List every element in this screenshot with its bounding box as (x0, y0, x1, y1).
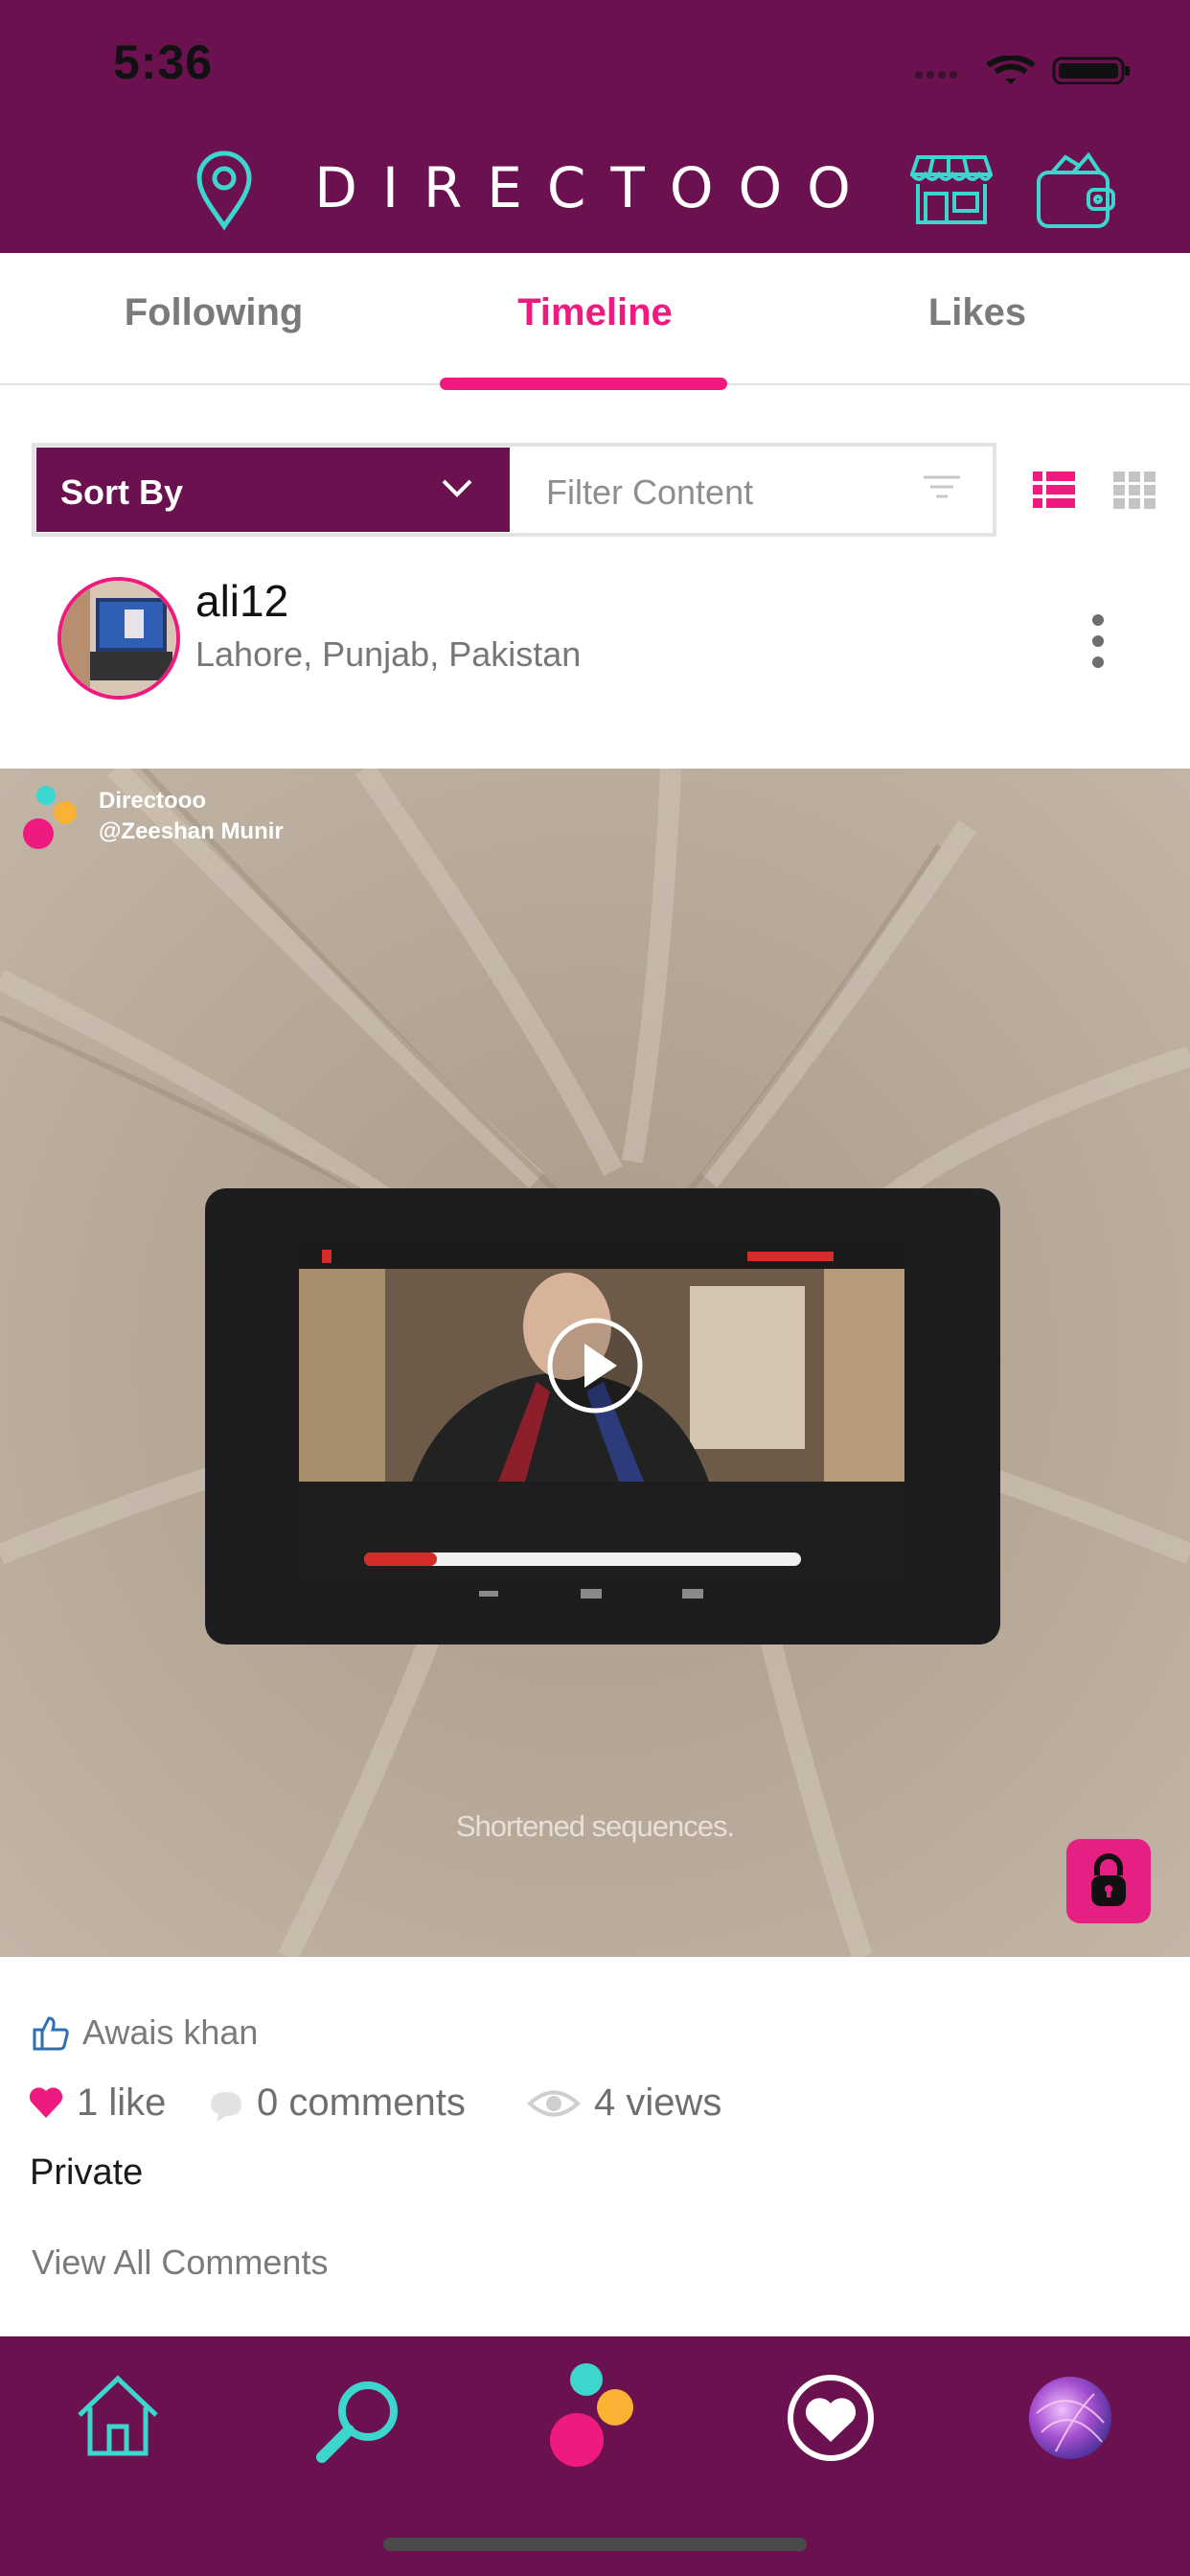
watermark-handle: @Zeeshan Munir (99, 818, 284, 844)
store-icon[interactable] (910, 153, 993, 226)
search-icon[interactable] (312, 2375, 404, 2467)
filter-icon (924, 475, 960, 498)
post-location: Lahore, Punjab, Pakistan (195, 634, 582, 674)
favorites-icon[interactable] (786, 2373, 876, 2463)
comment-icon[interactable] (207, 2089, 245, 2124)
app-title: DIRECTOOO (314, 155, 876, 220)
view-count: 4 views (594, 2082, 722, 2124)
user-avatar[interactable] (57, 577, 180, 700)
view-all-comments-link[interactable]: View All Comments (32, 2242, 328, 2283)
grid-view-icon[interactable] (1113, 470, 1156, 510)
tab-timeline[interactable]: Timeline (427, 291, 763, 334)
play-icon[interactable] (546, 1317, 644, 1414)
lock-icon (1091, 1853, 1126, 1906)
more-options-icon[interactable] (1088, 613, 1108, 669)
tab-likes[interactable]: Likes (786, 291, 1169, 334)
eye-icon (527, 2090, 581, 2117)
tab-bar: Following Timeline Likes (0, 253, 1190, 385)
active-tab-indicator (440, 378, 727, 390)
tab-following[interactable]: Following (0, 291, 427, 334)
filter-content-input[interactable]: Filter Content (546, 472, 753, 513)
video-caption: Shortened sequences. (455, 1809, 735, 1843)
heart-icon[interactable] (27, 2085, 65, 2120)
comment-count: 0 comments (257, 2082, 466, 2124)
chevron-down-icon (442, 479, 472, 497)
sort-by-label: Sort By (60, 472, 184, 512)
wallet-icon[interactable] (1035, 151, 1115, 230)
profile-avatar[interactable] (1027, 2375, 1113, 2461)
create-post-icon[interactable] (546, 2361, 642, 2469)
list-view-icon[interactable] (1033, 470, 1075, 510)
privacy-label: Private (30, 2152, 144, 2193)
like-count: 1 like (77, 2082, 167, 2124)
post-username[interactable]: ali12 (195, 575, 288, 627)
lock-button[interactable] (1066, 1839, 1151, 1923)
home-indicator (383, 2538, 807, 2551)
watermark-brand: Directooo (99, 788, 207, 814)
status-icons (915, 56, 1130, 84)
status-time: 5:36 (113, 35, 214, 89)
liked-by-name[interactable]: Awais khan (82, 2012, 258, 2053)
home-icon[interactable] (75, 2373, 161, 2459)
thumbs-up-icon (33, 2016, 69, 2051)
